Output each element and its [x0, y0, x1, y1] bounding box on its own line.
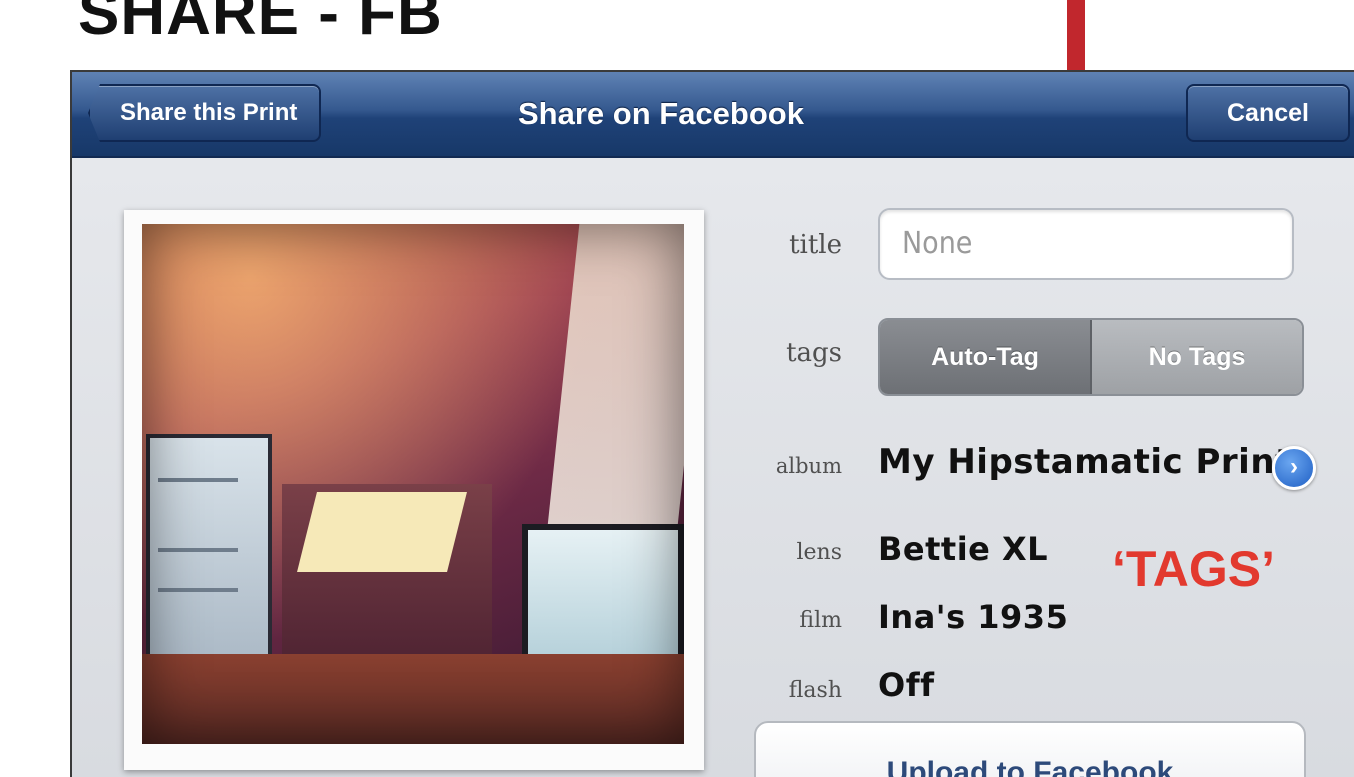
chevron-right-circle-icon[interactable]: › [1272, 446, 1316, 490]
flash-label: flash [788, 678, 842, 703]
film-value: Ina's 1935 [878, 598, 1069, 636]
lens-value: Bettie XL [878, 530, 1049, 568]
field-labels: title tags album lens film flash [732, 158, 842, 777]
share-form: title tags album lens film flash None Au… [72, 158, 1354, 777]
slide-heading: SHARE - FB [78, 0, 443, 48]
accent-bar [1067, 0, 1085, 72]
album-value[interactable]: My Hipstamatic Prints [878, 442, 1313, 482]
back-button[interactable]: Share this Print [88, 84, 322, 142]
navigation-bar: Share this Print Share on Facebook Cance… [72, 72, 1354, 158]
title-label: title [789, 230, 842, 260]
photo-image [142, 224, 684, 744]
upload-button[interactable]: Upload to Facebook [754, 721, 1306, 777]
no-tags-segment[interactable]: No Tags [1092, 320, 1302, 394]
tags-label: tags [786, 338, 842, 368]
cancel-button[interactable]: Cancel [1186, 84, 1350, 142]
nav-title: Share on Facebook [518, 96, 804, 131]
flash-value: Off [878, 666, 935, 704]
app-screen: Share this Print Share on Facebook Cance… [70, 70, 1354, 777]
auto-tag-segment[interactable]: Auto-Tag [880, 320, 1092, 394]
lens-label: lens [796, 540, 842, 565]
tags-callout: ‘TAGS’ [1112, 541, 1275, 597]
tags-segmented-control[interactable]: Auto-Tag No Tags [878, 318, 1304, 396]
album-label: album [775, 454, 842, 478]
film-label: film [799, 608, 842, 633]
title-input[interactable]: None [878, 208, 1294, 280]
print-preview [124, 210, 704, 770]
